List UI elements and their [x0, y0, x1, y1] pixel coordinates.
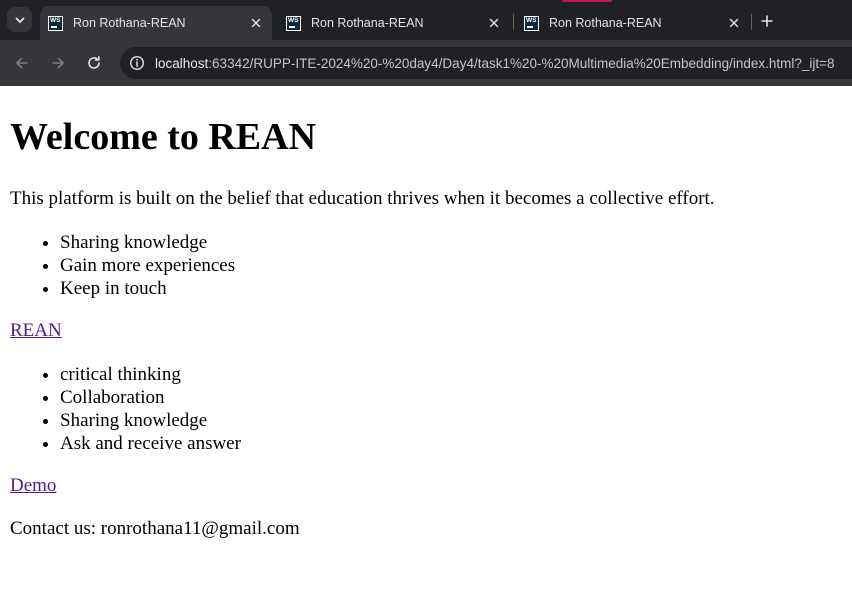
- arrow-left-icon: [16, 57, 28, 69]
- features-list: Sharing knowledge Gain more experiences …: [10, 231, 235, 300]
- url-text: localhost:63342/RUPP-ITE-2024%20-%20day4…: [155, 56, 835, 71]
- close-icon: [729, 18, 739, 28]
- webstorm-icon: WS: [524, 15, 539, 31]
- url-path: :63342/RUPP-ITE-2024%20-%20day4/Day4/tas…: [208, 55, 835, 71]
- reload-icon: [88, 56, 100, 69]
- tab-separator: [751, 14, 752, 30]
- webstorm-icon: WS: [286, 15, 301, 31]
- arrow-right-icon: [52, 57, 64, 69]
- list-item: Sharing knowledge: [60, 409, 241, 432]
- close-tab-button[interactable]: [248, 15, 264, 31]
- tab-title: Ron Rothana-REAN: [73, 16, 186, 30]
- tab-separator: [513, 14, 514, 30]
- tab-search-button[interactable]: [7, 7, 32, 32]
- list-item: Collaboration: [60, 386, 241, 409]
- list-item: Gain more experiences: [60, 254, 235, 277]
- rean-link[interactable]: REAN: [10, 320, 62, 342]
- tab-2[interactable]: WS Ron Rothana-REAN: [278, 6, 510, 40]
- contact-text: Contact us: ronrothana11@gmail.com: [10, 518, 300, 539]
- plus-icon: [761, 15, 773, 27]
- back-button[interactable]: [11, 52, 33, 74]
- list-item: critical thinking: [60, 363, 241, 386]
- site-info-icon[interactable]: [129, 55, 145, 71]
- tab-3[interactable]: WS Ron Rothana-REAN: [516, 6, 750, 40]
- page-title: Welcome to REAN: [10, 116, 317, 158]
- close-tab-button[interactable]: [726, 15, 742, 31]
- close-tab-button[interactable]: [486, 15, 502, 31]
- list-item: Sharing knowledge: [60, 231, 235, 254]
- forward-button[interactable]: [47, 52, 69, 74]
- tab-title: Ron Rothana-REAN: [311, 16, 424, 30]
- reload-button[interactable]: [83, 52, 105, 74]
- skills-list: critical thinking Collaboration Sharing …: [10, 363, 241, 455]
- address-bar[interactable]: localhost:63342/RUPP-ITE-2024%20-%20day4…: [120, 47, 852, 79]
- list-item: Ask and receive answer: [60, 432, 241, 455]
- close-icon: [251, 18, 261, 28]
- intro-paragraph: This platform is built on the belief tha…: [10, 188, 715, 209]
- chevron-down-icon: [15, 17, 24, 23]
- profile-indicator: [562, 0, 612, 2]
- tab-title: Ron Rothana-REAN: [549, 16, 662, 30]
- webstorm-icon: WS: [48, 15, 63, 31]
- tab-strip: WS Ron Rothana-REAN WS Ron Rothana-REAN …: [0, 0, 852, 40]
- tab-1[interactable]: WS Ron Rothana-REAN: [40, 6, 272, 40]
- url-host: localhost: [155, 55, 209, 71]
- close-icon: [489, 18, 499, 28]
- demo-link[interactable]: Demo: [10, 475, 56, 497]
- browser-toolbar: localhost:63342/RUPP-ITE-2024%20-%20day4…: [0, 40, 852, 86]
- new-tab-button[interactable]: [757, 11, 777, 31]
- page-content: Welcome to REAN This platform is built o…: [0, 86, 852, 590]
- list-item: Keep in touch: [60, 277, 235, 300]
